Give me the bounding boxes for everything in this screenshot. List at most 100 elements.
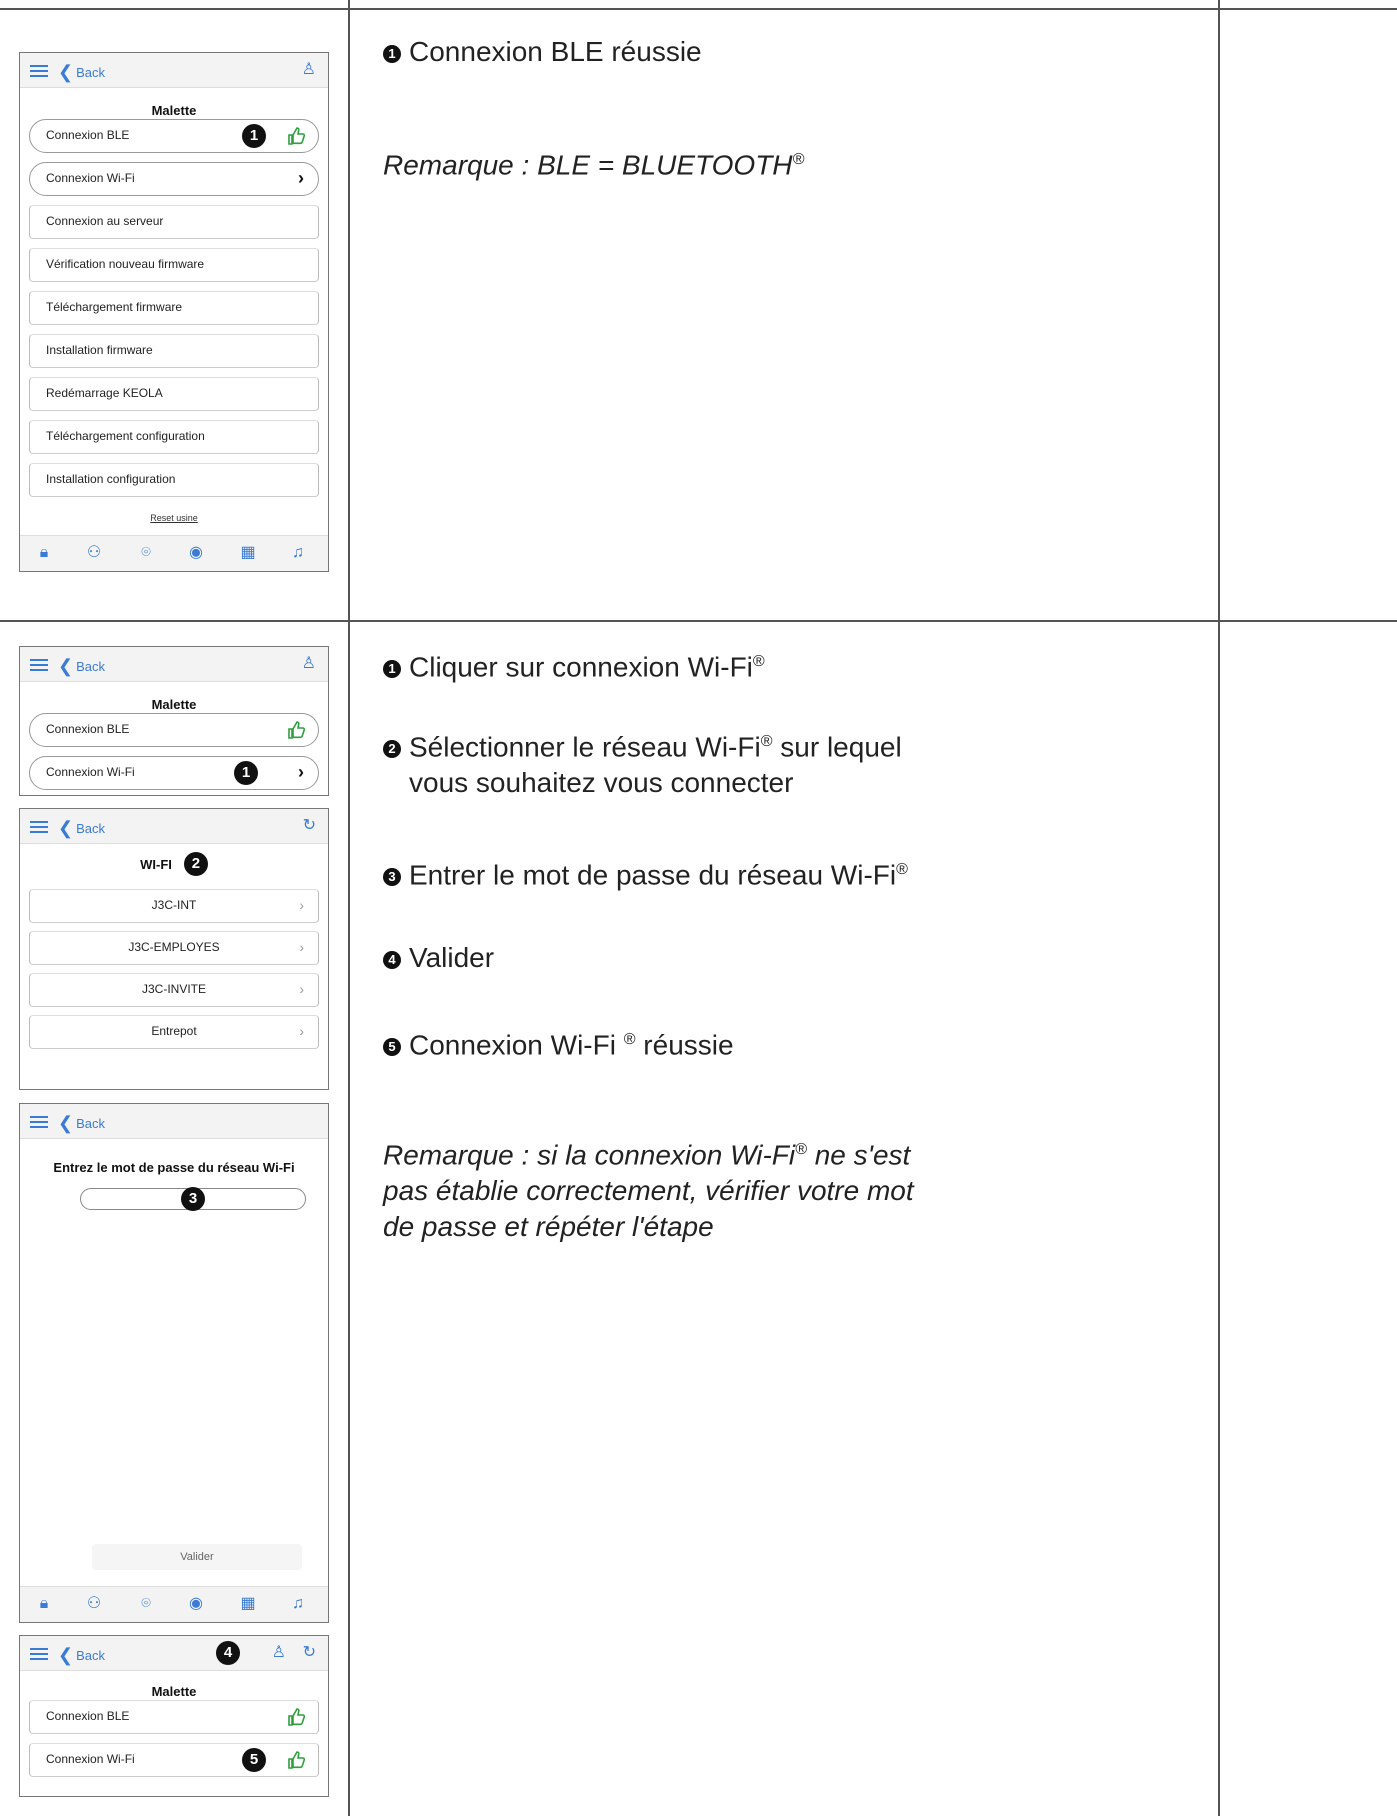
- menu-item-ble[interactable]: Connexion BLE: [29, 713, 319, 747]
- chevron-right-icon: ›: [299, 981, 304, 997]
- chevron-left-icon: ❮: [58, 1645, 74, 1665]
- tab-bar: 🔒︎ ⚇ ⌾ ◉ ▦ ♫: [20, 1586, 328, 1622]
- account-icon[interactable]: ◉: [186, 1594, 206, 1614]
- thumbs-up-icon: [288, 1708, 306, 1726]
- table-row-divider: [0, 620, 1397, 622]
- tab-bar: 🔒︎ ⚇ ⌾ ◉ ▦ ♫: [20, 535, 328, 571]
- app-screen-wifi-password: ❮ Back Entrez le mot de passe du réseau W…: [19, 1103, 329, 1623]
- menu-item-server[interactable]: Connexion au serveur: [29, 205, 319, 239]
- users-icon[interactable]: ⚇: [84, 1594, 104, 1614]
- top-bar: ❮ Back 4 ♙ ↻: [20, 1636, 328, 1671]
- menu-item-wifi[interactable]: Connexion Wi-Fi 1 ›: [29, 756, 319, 790]
- step-number: 1: [383, 45, 401, 63]
- menu-item-ble[interactable]: Connexion BLE: [29, 1700, 319, 1734]
- screen-title: Malette: [151, 697, 197, 712]
- step-badge: 1: [234, 761, 258, 785]
- thumbs-up-icon: [288, 1751, 306, 1769]
- top-bar: ❮ Back ♙: [20, 53, 328, 88]
- network-item[interactable]: J3C-EMPLOYES ›: [29, 931, 319, 965]
- chevron-left-icon: ❮: [58, 62, 74, 82]
- table-border-top: [0, 8, 1397, 10]
- password-input[interactable]: 3: [80, 1187, 306, 1211]
- step-number: 5: [383, 1038, 401, 1057]
- menu-item-firmware-download[interactable]: Téléchargement firmware: [29, 291, 319, 325]
- step-number: 4: [383, 951, 401, 969]
- menu-icon[interactable]: [30, 65, 48, 77]
- chevron-right-icon: ›: [299, 1023, 304, 1039]
- instruction-step-1: 1 Connexion BLE réussie: [383, 34, 1023, 70]
- menu-icon[interactable]: [30, 1116, 48, 1128]
- step-badge: 1: [242, 124, 266, 148]
- screen-title: Malette: [151, 103, 197, 118]
- menu-item-ble[interactable]: Connexion BLE 1: [29, 119, 319, 153]
- lock-icon[interactable]: 🔒︎: [34, 1594, 54, 1614]
- chevron-right-icon: ›: [298, 762, 304, 782]
- back-button[interactable]: ❮ Back: [58, 655, 105, 676]
- step-badge: 3: [181, 1187, 205, 1211]
- user-icon[interactable]: ♙: [302, 59, 316, 79]
- top-bar: ❮ Back ♙: [20, 647, 328, 682]
- network-item[interactable]: Entrepot ›: [29, 1015, 319, 1049]
- menu-icon[interactable]: [30, 659, 48, 671]
- thumbs-up-icon: [288, 721, 306, 739]
- chevron-right-icon: ›: [298, 168, 304, 188]
- menu-item-restart[interactable]: Redémarrage KEOLA: [29, 377, 319, 411]
- app-screen-malette-partial: ❮ Back ♙ Malette Connexion BLE Connexion …: [19, 646, 329, 796]
- instruction-step-4: 4 Valider: [383, 940, 1023, 976]
- screen-title: Entrez le mot de passe du réseau Wi-Fi: [53, 1160, 295, 1175]
- menu-item-wifi[interactable]: Connexion Wi-Fi 5: [29, 1743, 319, 1777]
- menu-icon[interactable]: [30, 1648, 48, 1660]
- refresh-icon[interactable]: ↻: [303, 1642, 316, 1662]
- step-badge: 2: [183, 852, 208, 876]
- menu-item-config-download[interactable]: Téléchargement configuration: [29, 420, 319, 454]
- account-icon[interactable]: ◉: [186, 543, 206, 563]
- app-screen-wifi-list: ❮ Back ↻ WI-FI 2 J3C-INT › J3C-EMPLOYES › J3…: [19, 808, 329, 1090]
- app-screen-malette: ❮ Back ♙ Malette Connexion BLE 1 Connexio…: [19, 52, 329, 572]
- table-col-divider-2: [1218, 0, 1220, 1816]
- refresh-icon[interactable]: ↻: [303, 815, 316, 835]
- user-icon[interactable]: ♙: [272, 1642, 286, 1662]
- network-item[interactable]: J3C-INT ›: [29, 889, 319, 923]
- chevron-left-icon: ❮: [58, 656, 74, 676]
- calendar-icon[interactable]: ▦: [238, 1594, 258, 1614]
- validate-button[interactable]: Valider: [92, 1544, 302, 1570]
- screen-title: Malette: [151, 1684, 197, 1699]
- remark: Remarque : BLE = BLUETOOTH®: [383, 149, 805, 181]
- app-screen-malette-success: ❮ Back 4 ♙ ↻ Malette Connexion BLE Connex…: [19, 1635, 329, 1797]
- thumbs-up-icon: [288, 127, 306, 145]
- reset-link[interactable]: Reset usine: [20, 513, 328, 523]
- back-button[interactable]: ❮ Back: [58, 1112, 105, 1133]
- chevron-right-icon: ›: [299, 939, 304, 955]
- step-number: 2: [383, 740, 401, 759]
- menu-item-firmware-install[interactable]: Installation firmware: [29, 334, 319, 368]
- instruction-step-2: 2 Sélectionner le réseau Wi-Fi® sur leque…: [383, 724, 1023, 801]
- instruction-step-3: 3 Entrer le mot de passe du réseau Wi-Fi®: [383, 852, 1023, 893]
- back-button[interactable]: ❮ Back: [58, 817, 105, 838]
- chevron-left-icon: ❮: [58, 818, 74, 838]
- menu-item-firmware-check[interactable]: Vérification nouveau firmware: [29, 248, 319, 282]
- menu-icon[interactable]: [30, 821, 48, 833]
- top-bar: ❮ Back: [20, 1104, 328, 1139]
- location-icon[interactable]: ⌾: [136, 1594, 156, 1614]
- location-icon[interactable]: ⌾: [136, 543, 156, 563]
- instruction-step-5: 5 Connexion Wi-Fi ® réussie: [383, 1022, 1023, 1063]
- step-badge: 4: [216, 1641, 240, 1665]
- chevron-left-icon: ❮: [58, 1113, 74, 1133]
- calendar-icon[interactable]: ▦: [238, 543, 258, 563]
- lock-icon[interactable]: 🔒︎: [34, 543, 54, 563]
- remark: Remarque : si la connexion Wi-Fi® ne s'e…: [383, 1139, 914, 1243]
- users-icon[interactable]: ⚇: [84, 543, 104, 563]
- back-button[interactable]: ❮ Back: [58, 1644, 105, 1665]
- back-button[interactable]: ❮ Back: [58, 61, 105, 82]
- menu-item-wifi[interactable]: Connexion Wi-Fi ›: [29, 162, 319, 196]
- top-bar: ❮ Back ↻: [20, 809, 328, 844]
- menu-item-config-install[interactable]: Installation configuration: [29, 463, 319, 497]
- network-item[interactable]: J3C-INVITE ›: [29, 973, 319, 1007]
- instruction-step-1: 1 Cliquer sur connexion Wi-Fi®: [383, 644, 1023, 685]
- step-number: 3: [383, 868, 401, 887]
- bell-icon[interactable]: ♫: [288, 1594, 308, 1614]
- user-icon[interactable]: ♙: [302, 653, 316, 673]
- chevron-right-icon: ›: [299, 897, 304, 913]
- bell-icon[interactable]: ♫: [288, 543, 308, 563]
- step-badge: 5: [242, 1748, 266, 1772]
